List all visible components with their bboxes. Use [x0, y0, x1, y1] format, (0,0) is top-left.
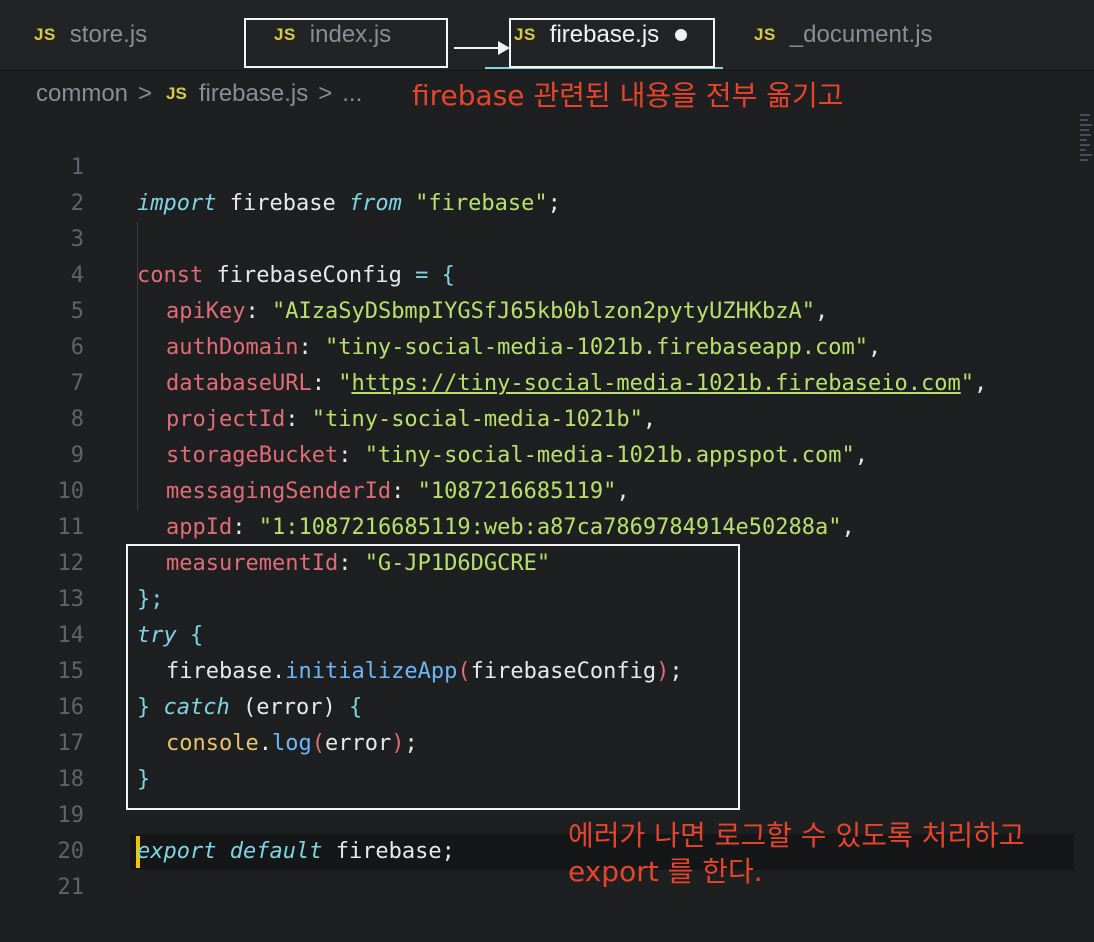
- js-file-icon: JS: [166, 84, 187, 103]
- breadcrumb-folder[interactable]: common: [36, 80, 128, 108]
- tab-document-js[interactable]: JS _document.js: [754, 0, 933, 70]
- chevron-right-icon: >: [318, 80, 333, 107]
- js-file-icon: JS: [34, 25, 56, 44]
- code-line: 5 authDomain: "tiny-social-media-1021b.f…: [0, 258, 1094, 360]
- code-line: 10 appId: "1:1087216685119:web:a87ca7869…: [0, 438, 1094, 540]
- code-line: 8 storageBucket: "tiny-social-media-1021…: [0, 366, 1094, 468]
- annotation-move-note: firebase 관련된 내용을 전부 옮기고: [412, 79, 844, 112]
- code-line: 9 messagingSenderId: "1087216685119",: [0, 402, 1094, 504]
- annotation-error-note-line2: export 를 한다.: [568, 855, 763, 888]
- tab-store-js[interactable]: JS store.js: [34, 0, 147, 70]
- arrow-right-icon: [454, 41, 510, 55]
- js-file-icon: JS: [754, 25, 776, 44]
- code-line: 1 import firebase from "firebase";: [0, 114, 1094, 216]
- annotation-error-note: 에러가 나면 로그할 수 있도록 처리하고 export 를 한다.: [568, 818, 1025, 890]
- annotation-error-note-line1: 에러가 나면 로그할 수 있도록 처리하고: [568, 819, 1025, 852]
- tab-label: _document.js: [789, 21, 933, 48]
- chevron-right-icon: >: [138, 80, 153, 107]
- annotation-box-try-catch: [126, 544, 740, 810]
- code-line: 12 };: [0, 510, 1094, 612]
- code-line: 11 measurementId: "G-JP1D6DGCRE": [0, 474, 1094, 576]
- code-line: 4 apiKey: "AIzaSyDSbmpIYGSfJ65kb0blzon2p…: [0, 222, 1094, 324]
- code-line: 3 const firebaseConfig = {: [0, 186, 1094, 288]
- code-line: 6 databaseURL: "https://tiny-social-medi…: [0, 294, 1094, 396]
- line-number: 21: [57, 875, 85, 900]
- code-line: 2: [0, 150, 1094, 216]
- annotation-box-index-tab: [244, 18, 448, 68]
- tab-label: store.js: [69, 21, 148, 48]
- code-line: 7 projectId: "tiny-social-media-1021b",: [0, 330, 1094, 432]
- breadcrumb-more[interactable]: ...: [342, 80, 362, 108]
- breadcrumb: common > JS firebase.js > ...: [36, 76, 362, 112]
- breadcrumb-file[interactable]: firebase.js: [199, 80, 308, 108]
- annotation-box-firebase-tab: [509, 18, 715, 68]
